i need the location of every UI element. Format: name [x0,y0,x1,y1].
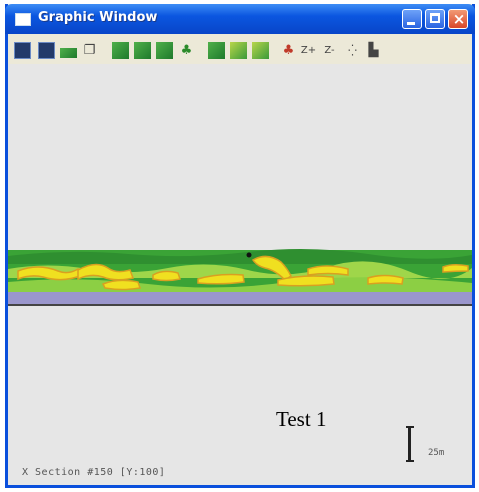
canvas-label: Test 1 [276,407,327,431]
crosshair-icon[interactable]: ⁛ [344,42,361,59]
ground-line [8,304,472,306]
layer-icon-3[interactable] [156,42,173,59]
base-layer [8,292,472,305]
map-icon-3[interactable] [252,42,269,59]
view-3d-icon[interactable] [14,42,31,59]
render-canvas[interactable] [8,64,472,485]
minimize-button[interactable] [402,9,422,29]
terrain-icon[interactable] [60,48,77,58]
cross-section-view [8,248,472,306]
window-icon [15,13,31,26]
zoom-out-icon[interactable]: Z- [321,42,338,59]
camera-icon[interactable]: ▙ [365,42,382,59]
toolbar: ❐ ♣ ♣ Z+ Z- ⁛ ▙ [8,34,472,64]
layer-icon-2[interactable] [134,42,151,59]
window-stack-icon[interactable]: ❐ [81,42,98,59]
maximize-button[interactable] [425,9,445,29]
window-title: Graphic Window [38,10,158,25]
map-icon-2[interactable] [230,42,247,59]
zoom-in-icon[interactable]: Z+ [300,42,317,59]
minimize-icon [407,22,415,25]
close-icon: × [452,10,466,28]
map-icon-1[interactable] [208,42,225,59]
layer-icon-1[interactable] [112,42,129,59]
tree-red-icon[interactable]: ♣ [280,42,297,59]
scale-label: 25m [428,448,445,458]
close-button[interactable]: × [448,9,468,29]
marker-point [246,252,252,258]
maximize-icon [430,13,440,23]
status-text: X Section #150 [Y:100] [22,467,166,478]
scale-bar [406,426,414,462]
tree-icon[interactable]: ♣ [178,42,195,59]
title-bar[interactable]: Graphic Window × [5,4,475,34]
view-plan-icon[interactable] [38,42,55,59]
